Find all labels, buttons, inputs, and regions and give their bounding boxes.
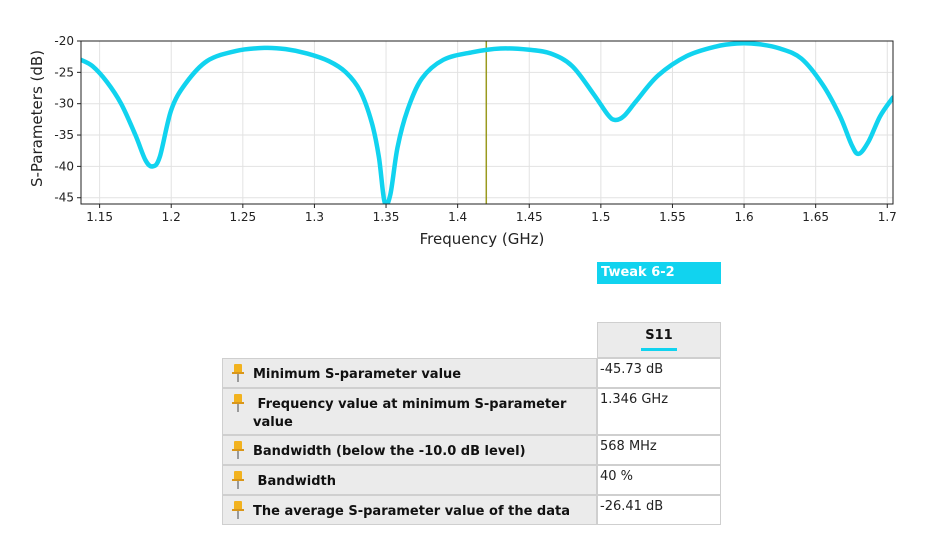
x-tick-label: 1.7 <box>878 210 897 224</box>
x-tick-label: 1.55 <box>659 210 686 224</box>
x-axis-title: Frequency (GHz) <box>420 230 545 248</box>
table-row: Bandwidth 40 % <box>222 465 721 495</box>
x-tick-label: 1.45 <box>516 210 543 224</box>
column-header-underline <box>641 348 677 351</box>
table-row: Minimum S-parameter value -45.73 dB <box>222 358 721 388</box>
x-tick-label: 1.6 <box>735 210 754 224</box>
x-tick-label: 1.65 <box>802 210 829 224</box>
pin-icon[interactable] <box>231 501 245 519</box>
row-label-cell[interactable]: Minimum S-parameter value <box>222 358 597 388</box>
pin-icon[interactable] <box>231 441 245 459</box>
row-value: 568 MHz <box>597 435 721 465</box>
y-tick-label: -20 <box>54 34 74 48</box>
row-label: Minimum S-parameter value <box>253 367 462 382</box>
row-label-cell[interactable]: The average S-parameter value of the dat… <box>222 495 597 525</box>
y-axis-ticks: -20 -25 -30 -35 -40 -45 <box>54 34 81 205</box>
pin-icon[interactable] <box>231 394 245 412</box>
y-tick-label: -40 <box>54 159 74 173</box>
row-label-cell[interactable]: Bandwidth <box>222 465 597 495</box>
table-row: Bandwidth (below the -10.0 dB level) 568 … <box>222 435 721 465</box>
y-tick-label: -45 <box>54 191 74 205</box>
x-tick-label: 1.3 <box>305 210 324 224</box>
x-tick-label: 1.2 <box>162 210 181 224</box>
row-value: 40 % <box>597 465 721 495</box>
x-tick-label: 1.5 <box>591 210 610 224</box>
x-tick-label: 1.15 <box>86 210 113 224</box>
y-tick-label: -25 <box>54 65 74 79</box>
y-axis-title: S-Parameters (dB) <box>28 50 46 187</box>
row-value: -26.41 dB <box>597 495 721 525</box>
x-tick-label: 1.25 <box>229 210 256 224</box>
x-tick-label: 1.35 <box>373 210 400 224</box>
pin-icon[interactable] <box>231 364 245 382</box>
chart-series <box>81 41 893 204</box>
row-value: 1.346 GHz <box>597 388 721 435</box>
y-tick-label: -35 <box>54 128 74 142</box>
row-label: Bandwidth (below the -10.0 dB level) <box>253 444 526 459</box>
column-header-s11[interactable]: S11 <box>597 322 721 358</box>
row-value: -45.73 dB <box>597 358 721 388</box>
row-label: Bandwidth <box>253 474 337 489</box>
row-label: Frequency value at minimum S-parameter v… <box>253 397 571 430</box>
row-label-cell[interactable]: Bandwidth (below the -10.0 dB level) <box>222 435 597 465</box>
row-label-cell[interactable]: Frequency value at minimum S-parameter v… <box>222 388 597 435</box>
legend-tweak-6-2[interactable]: Tweak 6-2 <box>597 262 721 284</box>
row-label: The average S-parameter value of the dat… <box>253 504 571 519</box>
table-row: Frequency value at minimum S-parameter v… <box>222 388 721 435</box>
s-parameter-chart[interactable]: 1.15 1.2 1.25 1.3 1.35 1.4 1.45 1.5 1.55 1.6 1.65 1… <box>0 0 932 260</box>
legend-label: Tweak 6-2 <box>601 265 675 280</box>
y-tick-label: -30 <box>54 97 74 111</box>
pin-icon[interactable] <box>231 471 245 489</box>
column-header-label: S11 <box>645 328 673 343</box>
x-tick-label: 1.4 <box>448 210 467 224</box>
x-axis-ticks: 1.15 1.2 1.25 1.3 1.35 1.4 1.45 1.5 1.55 1.6 1.65 1… <box>86 204 897 224</box>
table-row: The average S-parameter value of the dat… <box>222 495 721 525</box>
